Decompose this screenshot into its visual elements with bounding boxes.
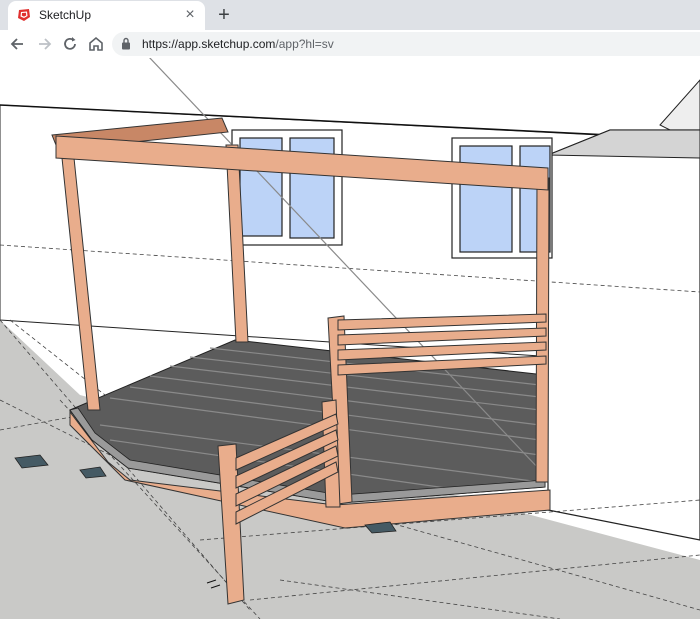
deck-model-scene — [0, 58, 700, 619]
browser-toolbar: https://app.sketchup.com/app?hl=sv — [0, 30, 700, 58]
new-tab-button[interactable]: + — [213, 4, 235, 26]
roof-edge — [659, 79, 700, 131]
url-path: /app?hl=sv — [275, 37, 334, 51]
tab-sketchup[interactable]: SketchUp × — [8, 1, 205, 30]
window-left — [231, 129, 343, 246]
back-arrow-icon[interactable] — [8, 34, 28, 54]
model-viewport[interactable] — [0, 58, 700, 619]
tab-title: SketchUp — [39, 8, 92, 22]
home-icon[interactable] — [86, 34, 106, 54]
sketchup-logo-icon — [18, 9, 30, 21]
side-wall — [547, 129, 700, 541]
close-icon[interactable]: × — [181, 6, 199, 24]
tab-strip: SketchUp × + — [0, 0, 700, 30]
reload-icon[interactable] — [60, 34, 80, 54]
url-text[interactable]: https://app.sketchup.com/app?hl=sv — [142, 37, 334, 51]
lock-icon — [122, 37, 130, 50]
url-host: https://app.sketchup.com — [142, 37, 276, 51]
forward-arrow-icon[interactable] — [34, 34, 54, 54]
address-bar[interactable]: https://app.sketchup.com/app?hl=sv — [112, 32, 700, 56]
